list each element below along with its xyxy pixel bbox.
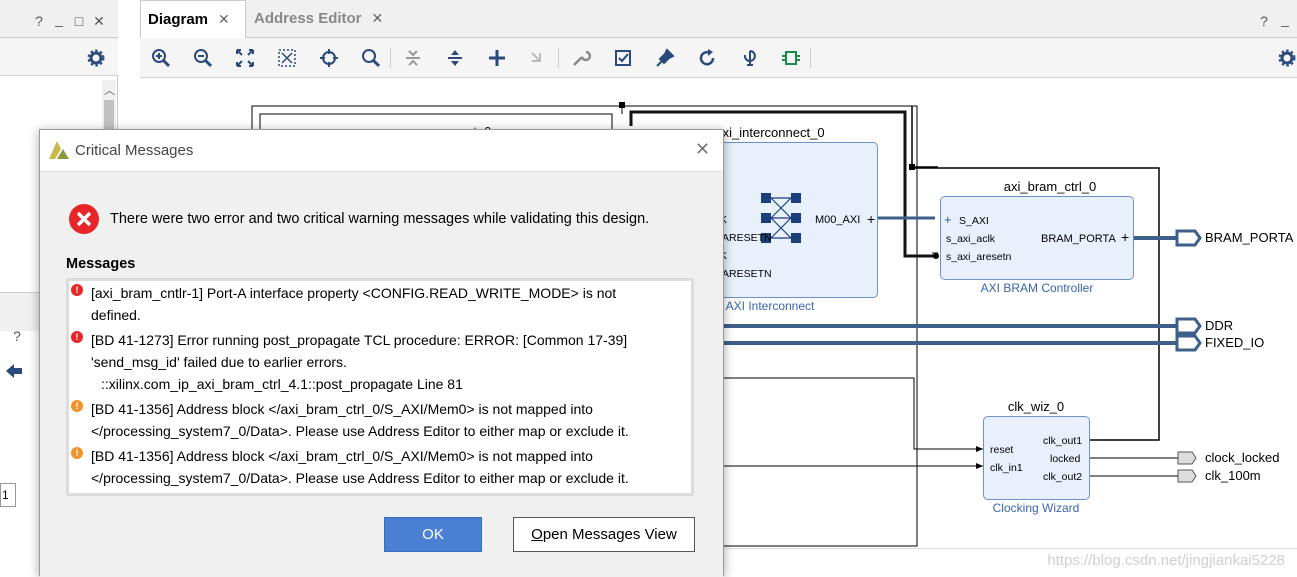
critical-messages-dialog: Critical Messages ✕ There were two error… [39, 129, 724, 577]
pin-icon[interactable] [653, 46, 677, 70]
clocking-wizard-block[interactable]: reset clk_in1 clk_out1 locked clk_out2 [983, 416, 1090, 500]
dialog-title: Critical Messages [75, 142, 194, 159]
toolbar-separator [390, 48, 391, 68]
message-line: [BD 41-1356] Address block </axi_bram_ct… [91, 401, 593, 417]
tab-diagram[interactable]: Diagram ✕ [140, 0, 246, 38]
help-icon[interactable]: ? [30, 12, 48, 30]
pin-bram-porta[interactable]: BRAM_PORTA [1041, 233, 1116, 245]
tab-label: Diagram [148, 11, 209, 28]
message-line: [BD 41-1356] Address block </axi_bram_ct… [91, 448, 593, 464]
tab-address-editor[interactable]: Address Editor ✕ [246, 0, 396, 38]
dialog-titlebar: Critical Messages ✕ [40, 130, 723, 172]
pin-locked[interactable]: locked [1050, 453, 1080, 465]
help-icon[interactable]: ? [8, 327, 26, 345]
expand-pin-icon[interactable]: + [1121, 229, 1129, 245]
button-mnemonic: O [531, 526, 543, 543]
message-line: defined. [91, 307, 141, 323]
tab-bar: Diagram ✕ Address Editor ✕ ? _ [140, 0, 1297, 38]
close-icon[interactable]: ✕ [695, 139, 710, 160]
pin-clk-out1[interactable]: clk_out1 [1043, 435, 1082, 447]
minimize-icon[interactable]: _ [50, 10, 68, 28]
summary-text: There were two error and two critical wa… [110, 211, 650, 227]
value-field[interactable]: 1 [0, 483, 16, 507]
warning-icon: ! [71, 447, 83, 459]
collapse-icon[interactable] [401, 46, 425, 70]
pin-s-axi-aclk[interactable]: s_axi_aclk [946, 233, 995, 245]
add-ip-icon[interactable] [485, 46, 509, 70]
port-clock-locked[interactable]: clock_locked [1205, 450, 1279, 465]
tab-label: Address Editor [254, 10, 362, 27]
restore-icon[interactable]: □ [70, 12, 88, 30]
error-icon: ! [71, 331, 83, 343]
select-area-icon[interactable] [317, 46, 341, 70]
search-icon[interactable] [359, 46, 383, 70]
expand-pin-icon[interactable]: + [867, 211, 875, 227]
ok-button[interactable]: OK [384, 517, 482, 552]
port-clk-100m[interactable]: clk_100m [1205, 468, 1261, 483]
clk-wiz-title: clk_wiz_0 [1007, 399, 1065, 414]
message-line: </processing_system7_0/Data>. Please use… [91, 470, 629, 486]
toolbar-separator [558, 48, 559, 68]
error-icon: ! [71, 284, 83, 296]
regenerate-icon[interactable] [737, 46, 761, 70]
error-icon [69, 204, 99, 234]
axi-bram-controller-block[interactable]: + S_AXI s_axi_aclk s_axi_aresetn BRAM_PO… [940, 196, 1134, 280]
validate-icon[interactable] [611, 46, 635, 70]
message-line: [BD 41-1273] Error running post_propagat… [91, 332, 628, 348]
bram-ctrl-title: axi_bram_ctrl_0 [1003, 179, 1097, 194]
zoom-out-icon[interactable] [191, 46, 215, 70]
message-line: [axi_bram_cntlr-1] Port-A interface prop… [91, 285, 617, 301]
close-icon[interactable]: ✕ [90, 12, 108, 30]
pin-clk-out2[interactable]: clk_out2 [1043, 471, 1082, 483]
open-messages-view-button[interactable]: Open Messages View [513, 517, 695, 552]
pin-s-axi[interactable]: S_AXI [959, 215, 989, 227]
expand-pin-icon[interactable]: + [944, 212, 952, 227]
clk-wiz-subtitle: Clocking Wizard [992, 501, 1080, 515]
pin-m00-axi[interactable]: M00_AXI [815, 214, 860, 226]
gear-icon[interactable] [1278, 49, 1296, 67]
zoom-in-icon[interactable] [149, 46, 173, 70]
port-ddr[interactable]: DDR [1205, 318, 1233, 333]
pin-clk-in1[interactable]: clk_in1 [990, 462, 1023, 474]
button-label: pen Messages View [542, 526, 677, 543]
minimize-icon[interactable]: _ [1276, 10, 1294, 28]
messages-heading: Messages [66, 256, 136, 272]
left-panel-toolbar [0, 38, 118, 76]
message-line: 'send_msg_id' failed due to earlier erro… [91, 354, 347, 370]
scroll-up-icon[interactable]: ︿ [104, 82, 115, 98]
dialog-body: There were two error and two critical wa… [40, 172, 723, 577]
watermark: https://blog.csdn.net/jingjiankai5228 [1047, 552, 1285, 569]
fit-view-icon[interactable] [233, 46, 257, 70]
pin-s-axi-aresetn[interactable]: s_axi_aresetn [946, 251, 1011, 263]
refresh-icon[interactable] [695, 46, 719, 70]
gear-icon[interactable] [87, 49, 105, 67]
port-bram-porta[interactable]: BRAM_PORTA [1205, 230, 1293, 245]
pin-label: ARESETN [722, 268, 772, 280]
message-line: ::xilinx.com_ip_axi_bram_ctrl_4.1::post_… [101, 376, 463, 392]
back-arrow-icon[interactable] [5, 363, 23, 379]
message-line: </processing_system7_0/Data>. Please use… [91, 423, 629, 439]
vivado-logo-icon [49, 141, 69, 159]
interconnect-title: axi_interconnect_0 [715, 125, 825, 140]
messages-list[interactable]: ! [axi_bram_cntlr-1] Port-A interface pr… [66, 278, 694, 496]
bram-ctrl-subtitle: AXI BRAM Controller [980, 281, 1094, 295]
diagram-toolbar [140, 38, 1297, 78]
close-icon[interactable]: ✕ [218, 11, 230, 27]
pin-label: ARESETN [722, 232, 772, 244]
pin-reset[interactable]: reset [990, 444, 1013, 456]
interconnect-subtitle: AXI Interconnect [725, 299, 815, 313]
wrench-icon[interactable] [569, 46, 593, 70]
warning-icon: ! [71, 400, 83, 412]
help-icon[interactable]: ? [1255, 12, 1273, 30]
close-icon[interactable]: ✕ [372, 10, 384, 26]
left-panel-titlebar: ? _ □ ✕ [0, 0, 118, 38]
ports-icon[interactable] [779, 46, 803, 70]
disabled-action-icon [527, 46, 551, 70]
fit-selection-icon[interactable] [275, 46, 299, 70]
toolbar-separator [810, 48, 811, 68]
port-fixed-io[interactable]: FIXED_IO [1205, 335, 1264, 350]
expand-icon[interactable] [443, 46, 467, 70]
